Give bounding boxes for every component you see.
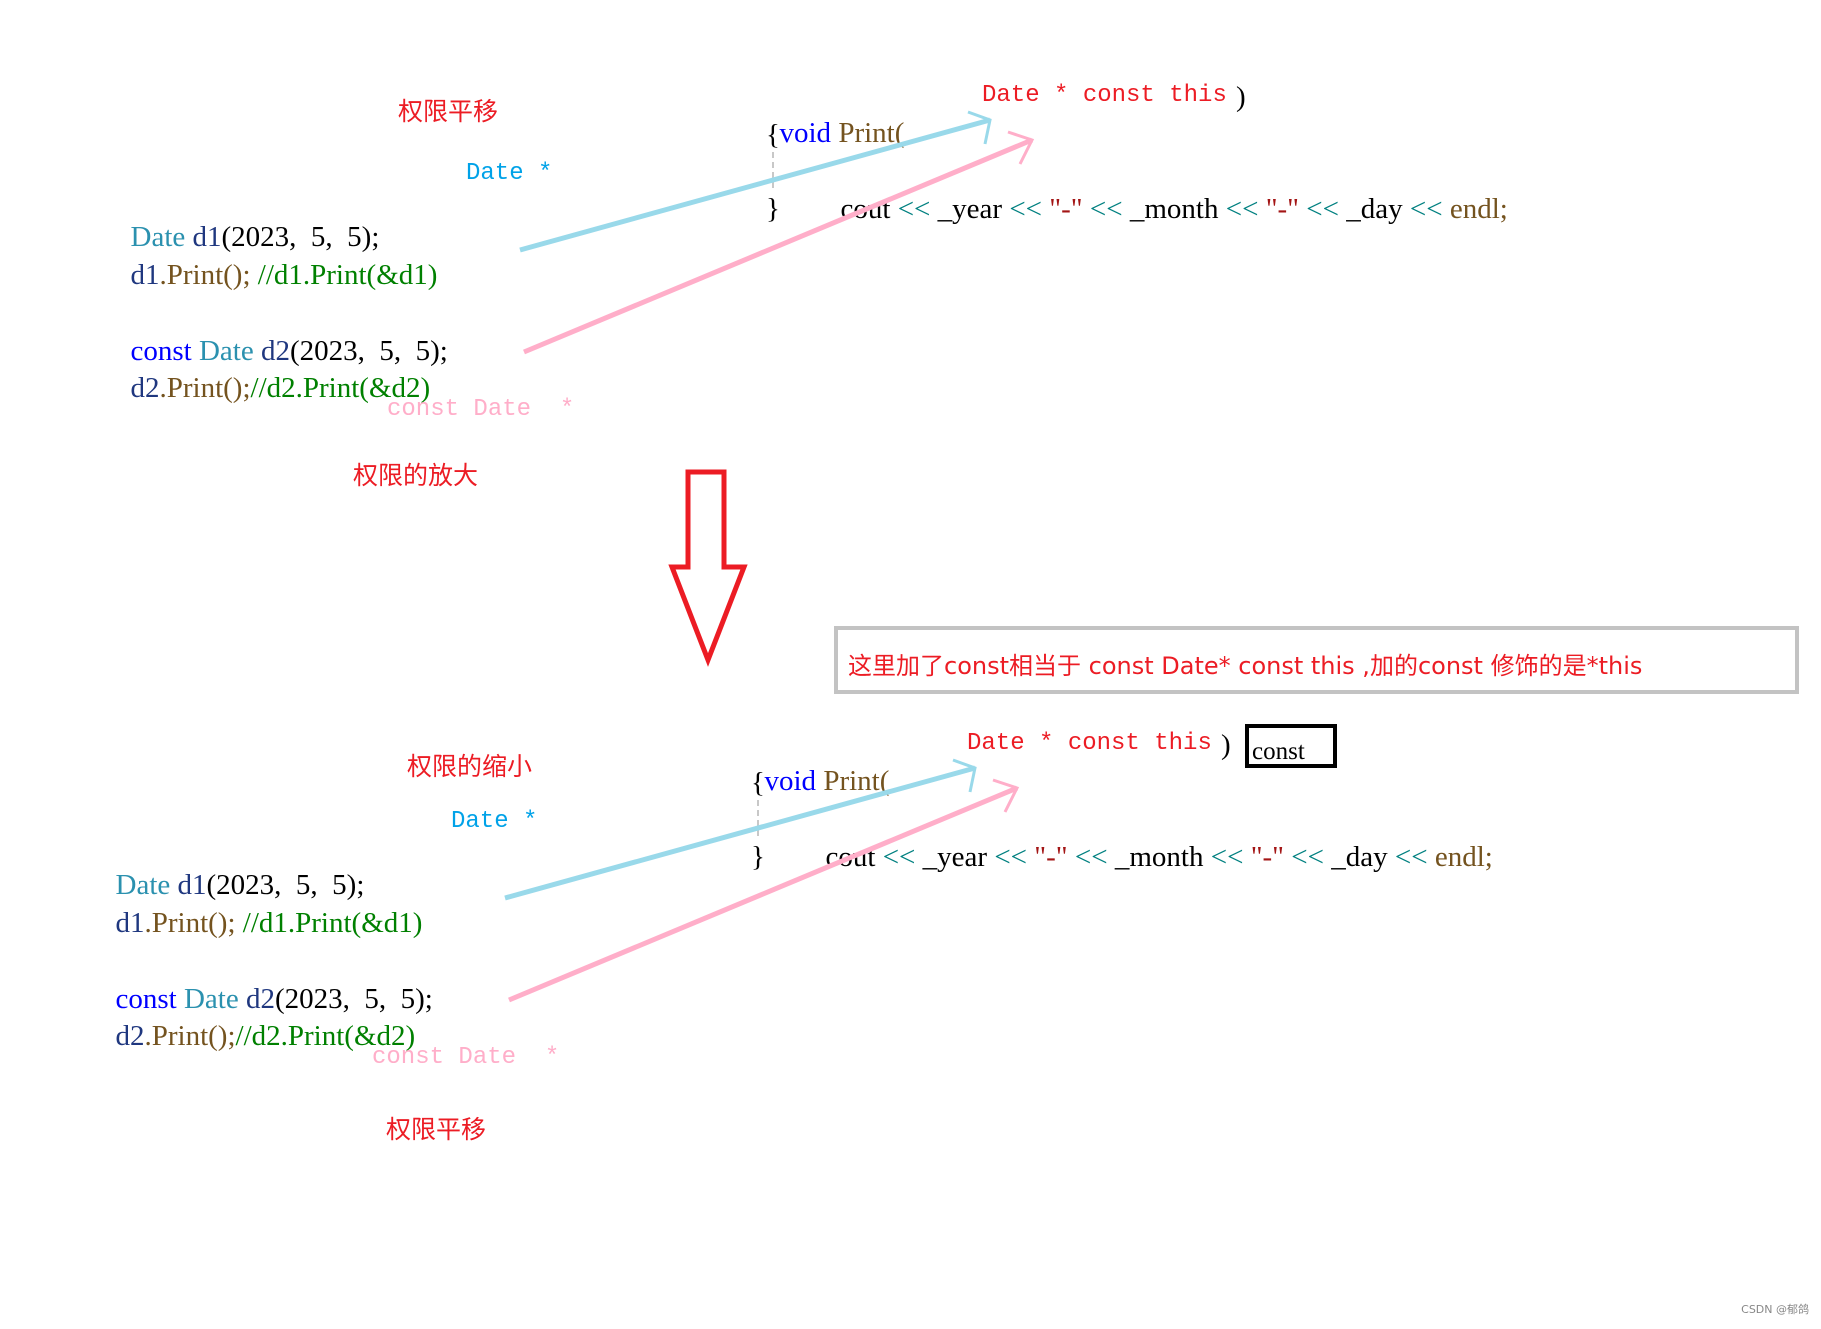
hint-const-date-pointer-bottom: const Date *: [372, 1044, 560, 1071]
func-body-bottom: cout << _year << "-" << _month << "-" <<…: [811, 806, 1493, 874]
op-token: <<: [1089, 193, 1123, 225]
label-permission-shift-top: 权限平移: [398, 97, 499, 126]
const-qualifier-box: const: [1245, 724, 1337, 768]
hint-date-pointer-top: Date *: [466, 160, 553, 187]
close-brace-top: }: [766, 193, 780, 225]
day-token: _day: [1346, 193, 1403, 225]
var-token: d1: [115, 907, 145, 939]
call-token: .Print();: [144, 907, 236, 939]
call-token: .Print();: [159, 372, 251, 404]
var-token: d2: [130, 372, 160, 404]
code-line-d1-print-top: d1.Print(); //d1.Print(&d1): [116, 224, 438, 292]
note-box: 这里加了const相当于 const Date* const this ,加的c…: [834, 626, 1799, 694]
cout-token: cout: [825, 841, 876, 873]
func-signature-top: void Print(: [765, 82, 905, 150]
func-name-token: Print(: [838, 117, 905, 149]
func-name-token: Print(: [823, 765, 890, 797]
func-signature-bottom: void Print(: [750, 730, 890, 798]
month-token: _month: [1129, 193, 1219, 225]
void-token: void: [764, 765, 817, 797]
call-token: .Print();: [159, 259, 251, 291]
var-token: d2: [115, 1020, 145, 1052]
endl-token: endl;: [1449, 193, 1508, 225]
hidden-this-param-bottom: Date * const this: [967, 730, 1212, 757]
op-token: <<: [1291, 841, 1324, 873]
const-qualifier-text: const: [1252, 738, 1305, 765]
endl-token: endl;: [1434, 841, 1493, 873]
indent-guide-bottom: [757, 800, 759, 836]
year-token: _year: [937, 193, 1003, 225]
var-token: d1: [130, 259, 160, 291]
dash-token: "-": [1034, 841, 1068, 873]
year-token: _year: [922, 841, 988, 873]
label-permission-amplify: 权限的放大: [353, 461, 479, 490]
dash-token: "-": [1250, 841, 1285, 873]
op-token: <<: [897, 193, 931, 225]
op-token: <<: [1306, 193, 1339, 225]
label-permission-shift-bottom: 权限平移: [386, 1115, 487, 1144]
op-token: <<: [1009, 193, 1043, 225]
watermark: CSDN @郁鸽: [1741, 1303, 1809, 1316]
comment-token: //d1.Print(&d1): [250, 259, 438, 291]
op-token: <<: [1409, 193, 1443, 225]
open-brace-top: {: [766, 119, 780, 151]
op-token: <<: [994, 841, 1028, 873]
code-line-d2-print-top: d2.Print();//d2.Print(&d2): [116, 337, 431, 405]
op-token: <<: [882, 841, 916, 873]
label-permission-shrink: 权限的缩小: [407, 752, 533, 781]
hidden-this-param-top: Date * const this: [982, 82, 1227, 109]
open-brace-bottom: {: [751, 767, 765, 799]
hint-date-pointer-bottom: Date *: [451, 808, 538, 835]
month-token: _month: [1114, 841, 1204, 873]
day-token: _day: [1331, 841, 1388, 873]
func-close-paren-top: ): [1236, 81, 1246, 113]
note-text: 这里加了const相当于 const Date* const this ,加的c…: [848, 652, 1643, 680]
code-line-d2-print-bottom: d2.Print();//d2.Print(&d2): [101, 985, 416, 1053]
cout-token: cout: [840, 193, 891, 225]
down-arrow-icon: [668, 469, 748, 667]
func-close-paren-bottom: ): [1221, 729, 1231, 761]
comment-token: //d1.Print(&d1): [235, 907, 423, 939]
close-brace-bottom: }: [751, 841, 765, 873]
dash-token: "-": [1049, 193, 1083, 225]
indent-guide-top: [772, 152, 774, 188]
func-body-top: cout << _year << "-" << _month << "-" <<…: [826, 158, 1508, 226]
void-token: void: [779, 117, 832, 149]
op-token: <<: [1074, 841, 1108, 873]
op-token: <<: [1210, 841, 1244, 873]
code-line-d1-print-bottom: d1.Print(); //d1.Print(&d1): [101, 872, 423, 940]
op-token: <<: [1225, 193, 1259, 225]
dash-token: "-": [1265, 193, 1300, 225]
hint-const-date-pointer-top: const Date *: [387, 396, 575, 423]
op-token: <<: [1394, 841, 1428, 873]
call-token: .Print();: [144, 1020, 236, 1052]
